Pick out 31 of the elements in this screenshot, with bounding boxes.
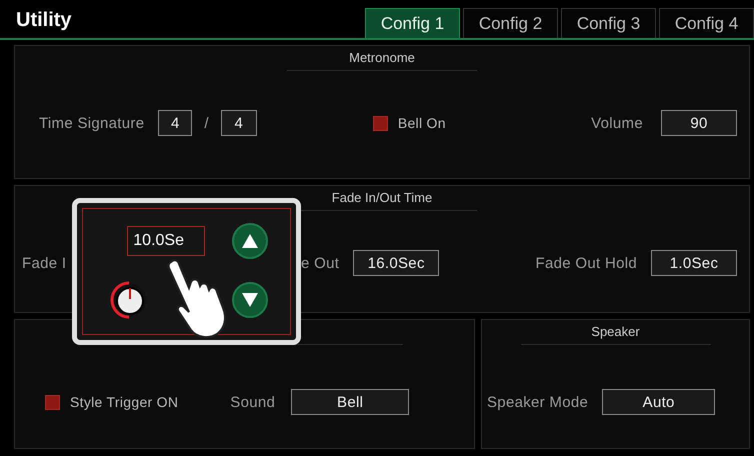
checkbox[interactable] <box>372 116 388 130</box>
value-field[interactable]: 4 <box>158 110 192 136</box>
field-label: Sound <box>230 394 276 410</box>
field-label: Time Signature <box>39 114 144 132</box>
field-label: Volume <box>591 114 643 132</box>
checkbox-label: Bell On <box>398 115 446 131</box>
config-tab[interactable]: Config 4 <box>659 8 754 38</box>
value-field[interactable]: 1.0Sec <box>651 250 737 276</box>
section-title: Metronome <box>287 46 477 71</box>
screen-title: Utility <box>16 8 72 32</box>
value-field[interactable]: 16.0Sec <box>353 250 440 276</box>
field-label: e Out <box>301 254 340 272</box>
section-title: Speaker <box>520 320 710 345</box>
value-field[interactable]: 90 <box>661 110 737 136</box>
config-tab[interactable]: Config 3 <box>561 8 656 38</box>
down-arrow-icon <box>241 292 259 308</box>
field-label: Fade I <box>22 254 66 272</box>
value-field[interactable]: Bell <box>291 389 410 415</box>
separator-text: / <box>204 114 209 132</box>
config-tab[interactable]: Config 1 <box>365 8 460 38</box>
field-label: Speaker Mode <box>487 394 588 410</box>
checkbox[interactable] <box>45 394 60 410</box>
field-label: Fade Out Hold <box>536 254 637 272</box>
value-field[interactable]: 10.0Se <box>127 226 205 256</box>
checkbox-label: Style Trigger ON <box>70 394 178 410</box>
value-field[interactable]: 4 <box>220 110 257 136</box>
up-arrow-icon <box>241 233 259 250</box>
value-field[interactable]: Auto <box>602 389 716 415</box>
down-button[interactable] <box>232 282 268 318</box>
up-button[interactable] <box>232 223 268 260</box>
config-tab[interactable]: Config 2 <box>463 8 558 38</box>
